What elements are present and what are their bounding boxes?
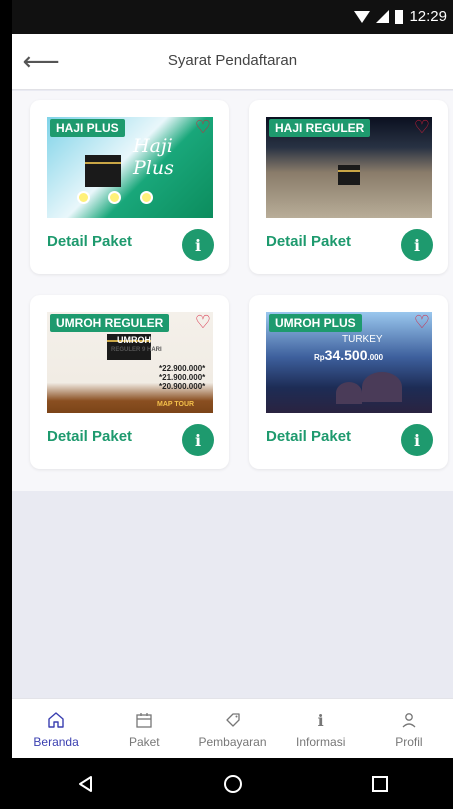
price-bubble [108,191,121,204]
mosque-graphic [336,382,362,404]
package-image-haji-plus[interactable]: Haji Plus HAJI PLUS ♡ [47,117,213,218]
nav-label: Profil [395,735,423,749]
user-icon [399,710,419,730]
heart-icon[interactable]: ♡ [414,313,430,333]
status-bar: 12:29 [12,0,453,34]
status-icons: 12:29 [354,8,447,25]
price-bubble [140,191,153,204]
info-icon: i [317,710,324,730]
thumb-price-value: 34.500 [324,347,368,363]
nav-label: Beranda [33,735,79,749]
price-line: *22.900.000* [159,364,206,373]
nav-label: Paket [128,735,160,749]
brand-text: MAP TOUR [157,401,195,408]
thumb-title: UMROH [117,335,151,345]
info-icon: i [194,430,202,450]
header: ⟵ Syarat Pendaftaran [12,34,453,90]
package-image-haji-reguler[interactable]: HAJI REGULER ♡ [266,117,432,218]
system-nav-bar [12,758,453,809]
nav-item-profil[interactable]: Profil [365,699,453,758]
triangle-back-icon [78,775,92,792]
package-card-haji-plus[interactable]: Haji Plus HAJI PLUS ♡ Detail Paket i [30,100,229,274]
package-image-umroh-reguler[interactable]: UMROH REGULER 9 HARI *22.900.000* *21.90… [47,312,213,413]
wifi-icon [354,10,371,23]
thumb-title: Haji Plus [133,135,174,179]
info-button[interactable]: i [401,229,433,261]
thumb-price-suffix: .000 [367,353,384,362]
detail-paket-link[interactable]: Detail Paket [266,233,351,250]
info-button[interactable]: i [401,424,433,456]
nav-label: Informasi [296,735,346,749]
square-recents-icon [371,775,388,792]
package-tag: UMROH REGULER [50,314,170,332]
heart-icon[interactable]: ♡ [414,118,430,138]
package-card-haji-reguler[interactable]: HAJI REGULER ♡ Detail Paket i [249,100,448,274]
package-tag: HAJI REGULER [269,119,371,137]
price-line: *20.900.000* [159,382,206,391]
tag-icon [223,710,243,730]
thumb-price: Rp 34.500 .000 [314,347,383,363]
page-title: Syarat Pendaftaran [167,52,298,69]
circle-home-icon [223,774,242,793]
nav-item-beranda[interactable]: Beranda [12,699,100,758]
mosque-graphic [362,372,402,402]
calendar-icon [134,710,154,730]
kaaba-graphic [85,155,121,187]
price-line: *21.900.000* [159,373,206,382]
package-tag: HAJI PLUS [50,119,125,137]
detail-paket-link[interactable]: Detail Paket [47,428,132,445]
price-bubble [77,191,90,204]
home-icon [46,710,66,730]
status-time: 12:29 [409,8,447,25]
package-card-umroh-plus[interactable]: TURKEY Rp 34.500 .000 UMROH PLUS ♡ Detai… [249,295,448,469]
kaaba-graphic [338,165,360,185]
nav-item-paket[interactable]: Paket [100,699,188,758]
nav-label: Pembayaran [198,735,267,749]
nav-item-informasi[interactable]: i Informasi [277,699,365,758]
heart-icon[interactable]: ♡ [195,313,211,333]
package-card-umroh-reguler[interactable]: UMROH REGULER 9 HARI *22.900.000* *21.90… [30,295,229,469]
info-icon: i [413,430,421,450]
thumb-subtitle: REGULER 9 HARI [111,347,162,353]
bottom-nav: Beranda Paket Pembayaran i Informasi Pro… [12,698,453,758]
package-tag: UMROH PLUS [269,314,362,332]
battery-icon [395,9,404,24]
info-icon: i [194,235,202,255]
package-image-umroh-plus[interactable]: TURKEY Rp 34.500 .000 UMROH PLUS ♡ [266,312,432,413]
app-screen: ⟵ Syarat Pendaftaran Haji Plus HAJI PLUS… [12,34,453,758]
info-icon: i [413,235,421,255]
system-back-button[interactable] [73,771,99,797]
system-home-button[interactable] [220,771,246,797]
thumb-title: TURKEY [342,334,383,345]
nav-item-pembayaran[interactable]: Pembayaran [188,699,276,758]
detail-paket-link[interactable]: Detail Paket [266,428,351,445]
heart-icon[interactable]: ♡ [195,118,211,138]
info-button[interactable]: i [182,424,214,456]
thumb-price-prefix: Rp [314,353,325,362]
detail-paket-link[interactable]: Detail Paket [47,233,132,250]
info-button[interactable]: i [182,229,214,261]
package-grid: Haji Plus HAJI PLUS ♡ Detail Paket i HAJ… [12,91,453,491]
system-recents-button[interactable] [367,771,393,797]
signal-icon [376,10,390,23]
